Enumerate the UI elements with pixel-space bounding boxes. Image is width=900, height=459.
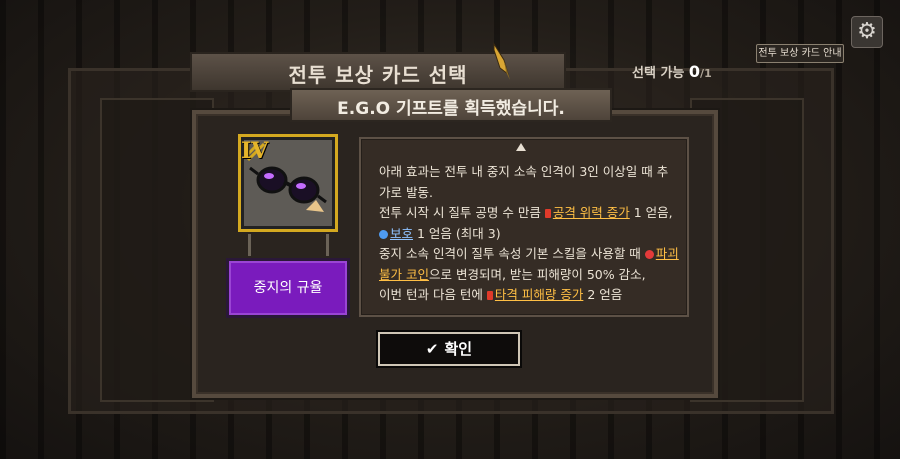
desc-line-2a: 전투 시작 시 질투 공명 수 만큼 (379, 205, 545, 220)
pen-nib-icon (493, 42, 510, 80)
gift-description: 아래 효과는 전투 내 중지 소속 인격이 3인 이상일 때 추가로 발동. 전… (379, 162, 679, 306)
gear-icon[interactable]: ⚙ (851, 16, 883, 48)
keyword-attack-power-up[interactable]: 공격 위력 증가 (553, 205, 630, 220)
reward-card-guide-button[interactable]: 전투 보상 카드 안내 (756, 44, 844, 63)
desc-line-1: 아래 효과는 전투 내 중지 소속 인격이 3인 이상일 때 추가로 발동. (379, 164, 669, 200)
desc-line-3b: 으로 변경되며, 받는 피해량이 50% 감소, (428, 266, 646, 282)
select-count-value: 0 (688, 62, 701, 81)
select-label: 선택 가능 (632, 66, 685, 81)
desc-line-2c: 1 얻음 (최대 3) (413, 225, 501, 241)
confirm-label: 확인 (444, 340, 473, 358)
gift-tier: IV (241, 138, 269, 164)
confirm-button[interactable]: ✔ 확인 (378, 332, 520, 366)
subtitle-banner: E.G.O 기프트를 획득했습니다. (290, 88, 612, 122)
unbreakable-coin-icon (644, 250, 654, 259)
desc-line-4b: 2 얻음 (583, 287, 623, 302)
protection-icon (379, 229, 388, 239)
attack-up-icon (544, 209, 551, 218)
select-count-total: /1 (700, 67, 712, 80)
desc-line-4a: 이번 턴과 다음 턴에 (379, 287, 487, 302)
dialog-subtitle: E.G.O 기프트를 획득했습니다. (337, 99, 565, 119)
check-icon: ✔ (425, 340, 439, 358)
keyword-blunt-damage-up[interactable]: 타격 피해량 증가 (495, 287, 583, 302)
desc-line-2b: 1 얻음, (629, 205, 673, 220)
chain-right (326, 234, 329, 256)
blunt-damage-up-icon (486, 291, 493, 300)
chain-left (248, 234, 251, 256)
desc-line-3a: 중지 소속 인격이 질투 속성 기본 스킬을 사용할 때 (379, 246, 645, 261)
select-count: 선택 가능 0/1 (632, 62, 712, 81)
gift-name-button[interactable]: 중지의 규율 (226, 258, 350, 318)
scroll-up-icon[interactable] (516, 143, 526, 151)
keyword-protection[interactable]: 보호 (390, 226, 413, 241)
